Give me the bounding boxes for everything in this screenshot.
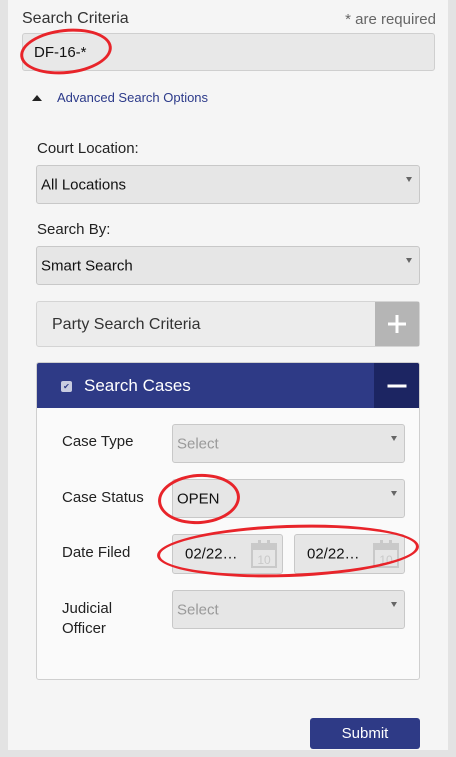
triangle-up-icon <box>32 94 42 101</box>
court-location-select[interactable]: All Locations <box>36 165 420 204</box>
chevron-down-icon <box>391 491 397 496</box>
chevron-down-icon <box>406 258 412 263</box>
collapse-minus-icon[interactable] <box>374 363 419 408</box>
search-cases-header[interactable]: ✔ Search Cases <box>37 363 419 408</box>
search-by-label: Search By: <box>37 221 111 238</box>
advanced-search-toggle[interactable]: Advanced Search Options <box>32 90 208 105</box>
advanced-search-label: Advanced Search Options <box>57 90 209 105</box>
required-note: * are required <box>345 11 436 28</box>
court-location-value: All Locations <box>41 176 127 193</box>
court-location-label: Court Location: <box>37 140 139 157</box>
case-type-label: Case Type <box>62 433 134 450</box>
chevron-down-icon <box>406 177 412 182</box>
party-search-title: Party Search Criteria <box>52 316 201 333</box>
chevron-down-icon <box>391 602 397 607</box>
checkbox-icon[interactable]: ✔ <box>61 381 72 392</box>
section-title: Search Criteria <box>22 10 129 27</box>
case-status-label: Case Status <box>62 489 144 506</box>
judicial-officer-select[interactable]: Select <box>172 590 405 629</box>
expand-plus-icon[interactable] <box>375 302 419 346</box>
search-cases-title: Search Cases <box>84 376 191 395</box>
judicial-officer-label-line1: Judicial <box>62 600 113 617</box>
frame-bottom <box>0 750 456 757</box>
judicial-officer-label-line2: Officer <box>62 620 106 637</box>
case-type-select[interactable]: Select <box>172 424 405 463</box>
date-filed-label: Date Filed <box>62 544 131 561</box>
submit-button[interactable]: Submit <box>310 718 420 749</box>
case-type-value: Select <box>177 435 219 452</box>
party-search-panel[interactable]: Party Search Criteria <box>36 301 420 347</box>
search-by-select[interactable]: Smart Search <box>36 246 420 285</box>
judicial-officer-value: Select <box>177 601 219 618</box>
chevron-down-icon <box>391 436 397 441</box>
search-by-value: Smart Search <box>41 257 133 274</box>
